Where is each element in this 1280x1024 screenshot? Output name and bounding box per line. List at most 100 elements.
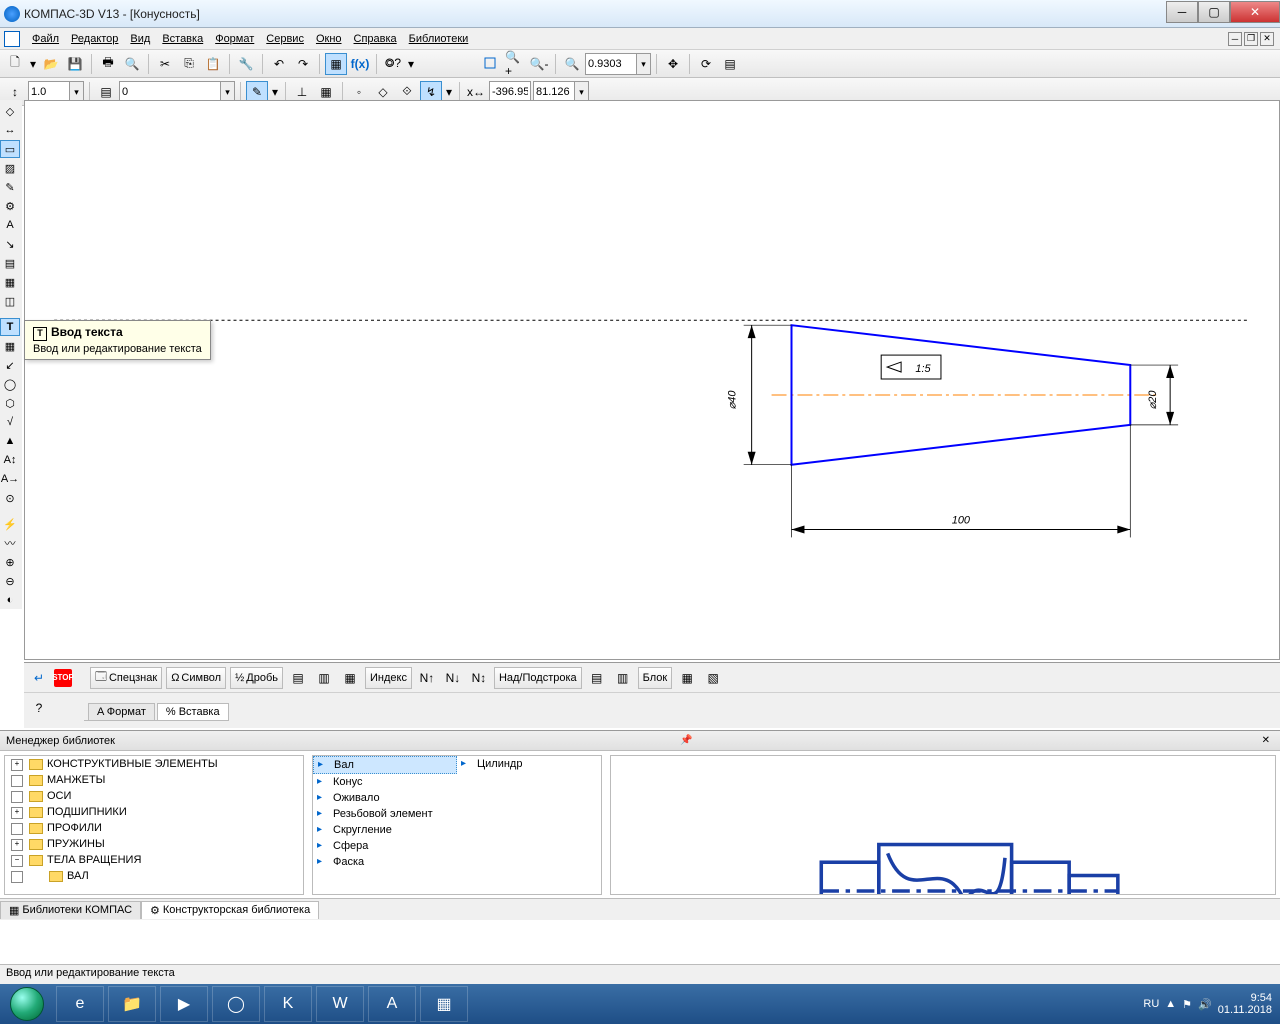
taskbar-word-icon[interactable]: W	[316, 986, 364, 1022]
index-button[interactable]: Индекс	[365, 667, 412, 689]
text-tool-icon[interactable]: T	[0, 318, 20, 336]
taskbar-ie-icon[interactable]: e	[56, 986, 104, 1022]
arrow-icon[interactable]: A→	[0, 470, 20, 488]
pin-button[interactable]: 📌	[676, 735, 696, 746]
center-mark-icon[interactable]: ⊕	[0, 553, 20, 571]
dimensions-icon[interactable]: ↔	[0, 121, 20, 139]
apply-button[interactable]: ↵	[28, 667, 50, 689]
tree-item[interactable]: ОСИ	[5, 788, 303, 804]
taskbar-chrome-icon[interactable]: ◯	[212, 986, 260, 1022]
taskbar-acrobat-icon[interactable]: A	[368, 986, 416, 1022]
zoom-out-button[interactable]: 🔍-	[528, 53, 550, 75]
symbol-button[interactable]: Ω Символ	[166, 667, 226, 689]
list-item[interactable]: Сфера	[313, 838, 457, 854]
pan-button[interactable]: ✥	[662, 53, 684, 75]
show-all-button[interactable]: ▤	[719, 53, 741, 75]
tray-lang[interactable]: RU	[1143, 998, 1159, 1010]
undo-button[interactable]: ↶	[268, 53, 290, 75]
help-dropdown[interactable]: ▾	[406, 53, 416, 75]
roughness-tool-icon[interactable]: √	[0, 413, 20, 431]
list-item[interactable]: Резьбовой элемент	[313, 806, 457, 822]
tree-item[interactable]: ПОДШИПНИКИ	[5, 804, 303, 820]
start-button[interactable]	[0, 984, 54, 1024]
associative-icon[interactable]: ◫	[0, 292, 20, 310]
edit-icon[interactable]: ✎	[0, 178, 20, 196]
menu-libraries[interactable]: Библиотеки	[403, 31, 475, 47]
zoom-fit-button[interactable]: 🔍	[561, 53, 583, 75]
library-list[interactable]: Вал Конус Оживало Резьбовой элемент Скру…	[312, 755, 602, 895]
tray-flag-icon[interactable]: ▲	[1165, 998, 1176, 1010]
zoom-window-button[interactable]	[480, 53, 502, 75]
menu-window[interactable]: Окно	[310, 31, 348, 47]
window-minimize-button[interactable]: ─	[1166, 1, 1198, 23]
params-icon[interactable]: ⚙	[0, 197, 20, 215]
index2-button[interactable]: N↓	[442, 667, 464, 689]
index1-button[interactable]: N↑	[416, 667, 438, 689]
libtab-constructor[interactable]: ⚙ Конструкторская библиотека	[141, 901, 319, 919]
list-item[interactable]: Вал	[313, 756, 457, 774]
annotations-icon[interactable]: ▭	[0, 140, 20, 158]
index3-button[interactable]: N↕	[468, 667, 490, 689]
libtab-kompas[interactable]: ▦ Библиотеки КОМПАС	[0, 901, 141, 919]
variables-button[interactable]: f(x)	[349, 53, 371, 75]
list-item[interactable]: Скругление	[313, 822, 457, 838]
cond-cross-icon[interactable]: ◐	[0, 591, 20, 609]
balloon-tool-icon[interactable]: ◯	[0, 375, 20, 393]
tree-item[interactable]: МАНЖЕТЫ	[5, 772, 303, 788]
tray-clock[interactable]: 9:54 01.11.2018	[1218, 992, 1272, 1016]
taskbar-media-icon[interactable]: ▶	[160, 986, 208, 1022]
library-tree[interactable]: КОНСТРУКТИВНЫЕ ЭЛЕМЕНТЫ МАНЖЕТЫ ОСИ ПОДШ…	[4, 755, 304, 895]
redo-button[interactable]: ↷	[292, 53, 314, 75]
remote-elem-icon[interactable]: ⊙	[0, 489, 20, 507]
drawing-canvas[interactable]: ⌀40 ⌀20 100 1:5	[24, 100, 1280, 660]
taskbar-calc-icon[interactable]: ▦	[420, 986, 468, 1022]
print-preview-button[interactable]: 🔍	[121, 53, 143, 75]
format-tab[interactable]: A Формат	[88, 703, 155, 720]
paste-button[interactable]: 📋	[202, 53, 224, 75]
list-item[interactable]: Конус	[313, 774, 457, 790]
help-cursor-button[interactable]: ⭗?	[382, 53, 404, 75]
menu-editor[interactable]: Редактор	[65, 31, 124, 47]
align-left-button[interactable]: ▤	[287, 667, 309, 689]
tree-item[interactable]: ПРОФИЛИ	[5, 820, 303, 836]
list-item[interactable]: Фаска	[313, 854, 457, 870]
mdi-minimize-button[interactable]: ─	[1228, 32, 1242, 46]
mdi-close-button[interactable]: ✕	[1260, 32, 1274, 46]
print-button[interactable]: 🖶	[97, 53, 119, 75]
hatching-icon[interactable]: ▨	[0, 159, 20, 177]
sup1-button[interactable]: ▤	[586, 667, 608, 689]
library-manager-button[interactable]: ▦	[325, 53, 347, 75]
block-button[interactable]: Блок	[638, 667, 673, 689]
cut-button[interactable]: ✂	[154, 53, 176, 75]
auto-create-button[interactable]: ?	[28, 697, 50, 719]
taskbar-kompas-icon[interactable]: K	[264, 986, 312, 1022]
views-icon[interactable]: ▦	[0, 273, 20, 291]
list-item[interactable]: Цилиндр	[457, 756, 601, 772]
measure-icon[interactable]: A	[0, 216, 20, 234]
taskbar-explorer-icon[interactable]: 📁	[108, 986, 156, 1022]
properties-button[interactable]: 🔧	[235, 53, 257, 75]
stop-button[interactable]: STOP	[54, 669, 72, 687]
sup2-button[interactable]: ▥	[612, 667, 634, 689]
mdi-restore-button[interactable]: ❐	[1244, 32, 1258, 46]
menu-insert[interactable]: Вставка	[156, 31, 209, 47]
zoom-in-button[interactable]: 🔍+	[504, 53, 526, 75]
zoom-value-input[interactable]: ▾	[585, 53, 651, 75]
close-panel-button[interactable]: ✕	[1258, 735, 1274, 746]
open-button[interactable]: 📂	[40, 53, 62, 75]
menu-file[interactable]: Файл	[26, 31, 65, 47]
align-right-button[interactable]: ▦	[339, 667, 361, 689]
base-tool-icon[interactable]: ▲	[0, 432, 20, 450]
insert-tab[interactable]: % Вставка	[157, 703, 229, 720]
line-cut-icon[interactable]: A↕	[0, 451, 20, 469]
tree-item[interactable]: ПРУЖИНЫ	[5, 836, 303, 852]
fraction-button[interactable]: ½ Дробь	[230, 667, 283, 689]
align-center-button[interactable]: ▥	[313, 667, 335, 689]
menu-view[interactable]: Вид	[124, 31, 156, 47]
leader-tool-icon[interactable]: ↙	[0, 356, 20, 374]
axis-line-icon[interactable]: ⚡	[0, 515, 20, 533]
tree-item[interactable]: ТЕЛА ВРАЩЕНИЯ	[5, 852, 303, 868]
auto-axis-icon[interactable]: ⊖	[0, 572, 20, 590]
window-maximize-button[interactable]: ▢	[1198, 1, 1230, 23]
tree-item[interactable]: КОНСТРУКТИВНЫЕ ЭЛЕМЕНТЫ	[5, 756, 303, 772]
